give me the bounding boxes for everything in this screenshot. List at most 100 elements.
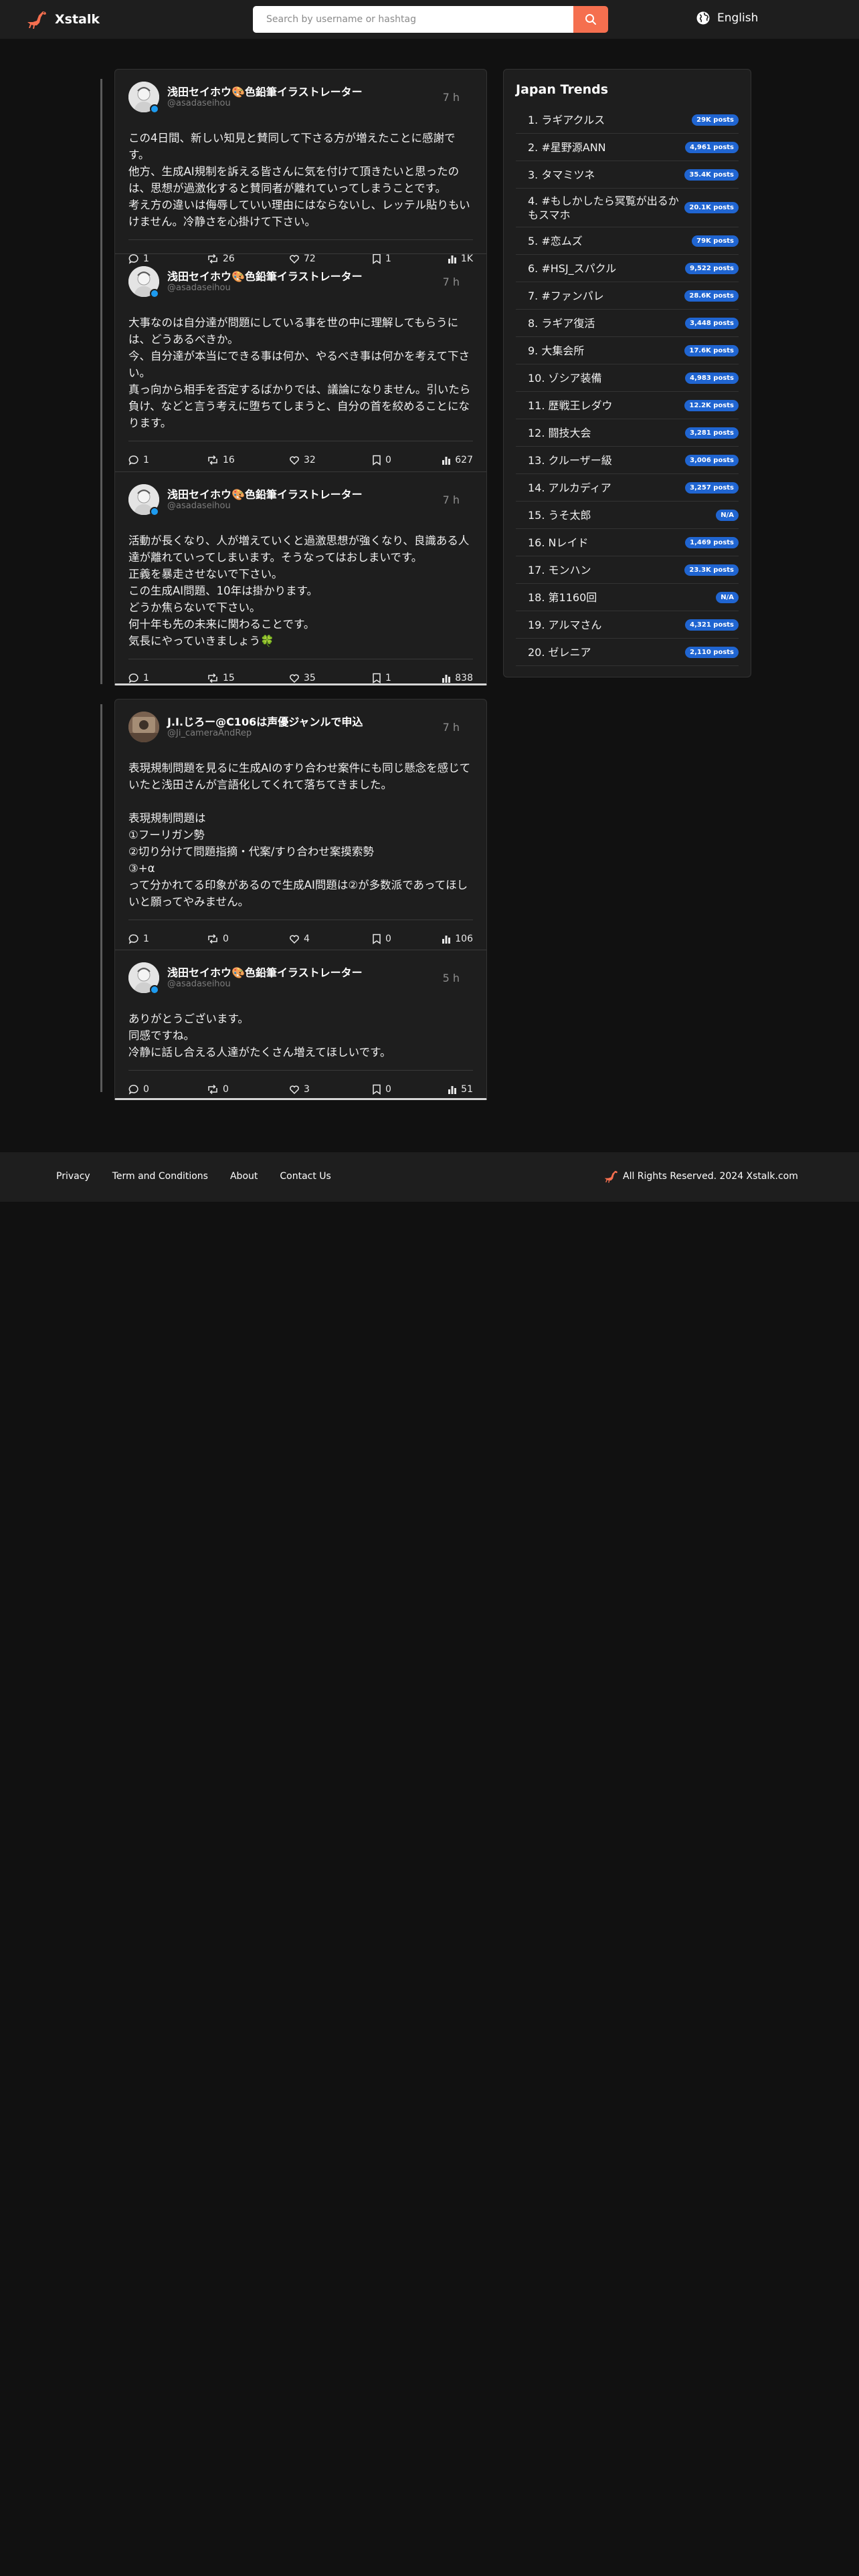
- trend-item[interactable]: 8. ラギア復活 3,448 posts: [516, 310, 739, 337]
- like-button[interactable]: 35: [289, 673, 316, 683]
- author-handle[interactable]: @asadaseihou: [167, 501, 231, 511]
- trend-item[interactable]: 17. モンハン 23.3K posts: [516, 556, 739, 584]
- post[interactable]: 浅田セイホウ🎨色鉛筆イラストレーター @asadaseihou 7 h この4日…: [115, 70, 486, 264]
- trend-item[interactable]: 11. 歴戦王レダウ 12.2K posts: [516, 392, 739, 419]
- bookmark-icon: [373, 934, 381, 944]
- comment-icon: [128, 455, 138, 465]
- avatar[interactable]: [128, 962, 159, 994]
- trend-item[interactable]: 5. #恋ムズ 79K posts: [516, 227, 739, 255]
- repost-button[interactable]: 15: [207, 673, 235, 683]
- post[interactable]: 浅田セイホウ🎨色鉛筆イラストレーター @asadaseihou 7 h 大事なの…: [115, 253, 486, 471]
- trend-item[interactable]: 14. アルカディア 3,257 posts: [516, 474, 739, 502]
- trend-item[interactable]: 6. #HSJ_スパクル 9,522 posts: [516, 255, 739, 282]
- author-name[interactable]: 浅田セイホウ🎨色鉛筆イラストレーター: [167, 964, 363, 980]
- thread-card: J.I.じろー@C106は声優ジャンルで申込 @Ji_cameraAndRep …: [114, 699, 487, 1100]
- avatar[interactable]: [128, 82, 159, 114]
- author-handle[interactable]: @asadaseihou: [167, 979, 231, 989]
- author-handle[interactable]: @Ji_cameraAndRep: [167, 728, 252, 738]
- avatar[interactable]: [128, 266, 159, 298]
- trend-post-count-badge: 17.6K posts: [684, 344, 739, 356]
- search-bar: [253, 6, 608, 33]
- bookmark-count: 0: [385, 934, 391, 944]
- footer: Privacy Term and Conditions About Contac…: [0, 1152, 859, 1202]
- comment-icon: [128, 1085, 138, 1095]
- post[interactable]: J.I.じろー@C106は声優ジャンルで申込 @Ji_cameraAndRep …: [115, 700, 486, 950]
- post-header: 浅田セイホウ🎨色鉛筆イラストレーター @asadaseihou 7 h: [128, 254, 473, 298]
- trend-post-count-badge: 23.3K posts: [684, 564, 739, 576]
- bookmark-button[interactable]: 1: [372, 673, 391, 683]
- trend-list: 1. ラギアクルス 29K posts 2. #星野源ANN 4,961 posts…: [516, 106, 739, 666]
- repost-button[interactable]: 0: [207, 934, 229, 944]
- trend-post-count-badge: 3,448 posts: [685, 317, 739, 329]
- trend-item[interactable]: 3. タマミツネ 35.4K posts: [516, 161, 739, 189]
- author-name[interactable]: J.I.じろー@C106は声優ジャンルで申込: [167, 713, 363, 729]
- repost-button[interactable]: 16: [207, 455, 235, 465]
- trend-label: 8. ラギア復活: [528, 316, 595, 330]
- trend-item[interactable]: 16. Nレイド 1,469 posts: [516, 529, 739, 556]
- heart-icon: [290, 935, 299, 944]
- trend-item[interactable]: 12. 闘技大会 3,281 posts: [516, 419, 739, 447]
- trend-label: 19. アルマさん: [528, 618, 602, 631]
- trend-item[interactable]: 13. クルーザー級 3,006 posts: [516, 447, 739, 474]
- like-count: 4: [304, 934, 310, 944]
- trend-item[interactable]: 15. うそ太郎 N/A: [516, 502, 739, 529]
- bookmark-button[interactable]: 0: [372, 934, 391, 944]
- post[interactable]: 浅田セイホウ🎨色鉛筆イラストレーター @asadaseihou 7 h 活動が長…: [115, 471, 486, 684]
- like-button[interactable]: 4: [289, 934, 310, 944]
- bookmark-icon: [373, 673, 381, 683]
- views-button[interactable]: 51: [448, 1084, 473, 1095]
- footer-link-about[interactable]: About: [230, 1171, 258, 1182]
- author-handle[interactable]: @asadaseihou: [167, 283, 231, 293]
- reply-button[interactable]: 0: [128, 1084, 149, 1095]
- footer-link-terms[interactable]: Term and Conditions: [112, 1171, 208, 1182]
- trend-item[interactable]: 7. #ファンパレ 28.6K posts: [516, 282, 739, 310]
- footer-link-contact[interactable]: Contact Us: [280, 1171, 330, 1182]
- author-handle[interactable]: @asadaseihou: [167, 98, 231, 108]
- trend-post-count-badge: N/A: [716, 591, 739, 603]
- like-button[interactable]: 32: [289, 455, 316, 465]
- trend-item[interactable]: 18. 第1160回 N/A: [516, 584, 739, 611]
- trend-item[interactable]: 9. 大集会所 17.6K posts: [516, 337, 739, 364]
- language-selector[interactable]: English: [696, 11, 758, 25]
- comment-icon: [128, 934, 138, 944]
- dinosaur-logo-icon: [604, 1170, 617, 1183]
- trend-item[interactable]: 1. ラギアクルス 29K posts: [516, 106, 739, 134]
- trend-post-count-badge: 2,110 posts: [685, 646, 739, 658]
- trend-item[interactable]: 20. ゼレニア 2,110 posts: [516, 639, 739, 666]
- post-text: 表現規制問題を見るに生成AIのすり合わせ案件にも同じ懸念を感じていたと浅田さんが…: [128, 762, 471, 908]
- avatar-illustration: [128, 712, 159, 742]
- trend-item[interactable]: 4. #もしかしたら冥覧が出るかもスマホ 20.1K posts: [516, 189, 739, 227]
- bar-chart-icon: [442, 675, 451, 683]
- reply-button[interactable]: 1: [128, 673, 149, 683]
- like-button[interactable]: 3: [289, 1084, 310, 1095]
- footer-link-privacy[interactable]: Privacy: [56, 1171, 90, 1182]
- comment-icon: [128, 673, 138, 683]
- post[interactable]: 浅田セイホウ🎨色鉛筆イラストレーター @asadaseihou 5 h ありがと…: [115, 950, 486, 1097]
- trend-label: 2. #星野源ANN: [528, 140, 606, 154]
- bookmark-button[interactable]: 0: [372, 1084, 391, 1095]
- view-count: 51: [461, 1084, 473, 1095]
- repost-count: 15: [223, 673, 235, 683]
- views-button[interactable]: 106: [442, 934, 473, 944]
- search-input[interactable]: [253, 6, 573, 33]
- trend-item[interactable]: 2. #星野源ANN 4,961 posts: [516, 134, 739, 161]
- trend-label: 15. うそ太郎: [528, 508, 591, 522]
- repost-button[interactable]: 0: [207, 1084, 229, 1095]
- views-button[interactable]: 838: [442, 673, 473, 683]
- trend-label: 6. #HSJ_スパクル: [528, 261, 617, 275]
- author-name[interactable]: 浅田セイホウ🎨色鉛筆イラストレーター: [167, 267, 363, 284]
- bookmark-button[interactable]: 0: [372, 455, 391, 465]
- reply-button[interactable]: 1: [128, 455, 149, 465]
- avatar[interactable]: [128, 484, 159, 516]
- author-name[interactable]: 浅田セイホウ🎨色鉛筆イラストレーター: [167, 486, 363, 502]
- post-header: 浅田セイホウ🎨色鉛筆イラストレーター @asadaseihou 7 h: [128, 70, 473, 114]
- trend-item[interactable]: 19. アルマさん 4,321 posts: [516, 611, 739, 639]
- brand-home-link[interactable]: Xstalk: [27, 9, 100, 30]
- avatar[interactable]: [128, 712, 159, 742]
- trend-item[interactable]: 10. ゾシア装備 4,983 posts: [516, 364, 739, 392]
- views-button[interactable]: 627: [442, 455, 473, 465]
- search-button[interactable]: [573, 6, 608, 33]
- author-name[interactable]: 浅田セイホウ🎨色鉛筆イラストレーター: [167, 83, 363, 99]
- reply-button[interactable]: 1: [128, 934, 149, 944]
- repost-icon: [208, 455, 217, 465]
